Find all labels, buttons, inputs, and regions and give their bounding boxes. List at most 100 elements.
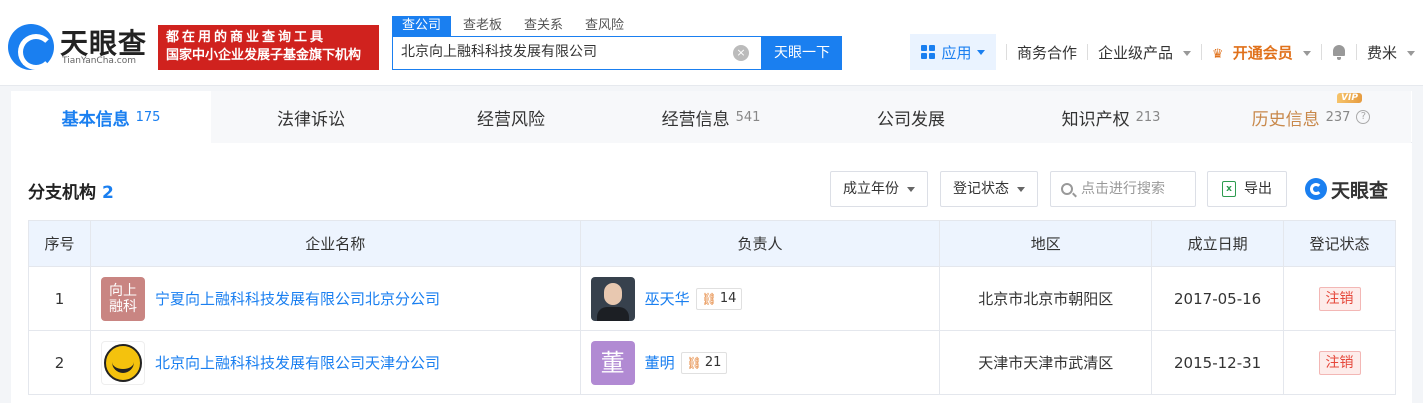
site-logo[interactable]: 天眼查 TianYanCha.com [8, 22, 153, 72]
search-tab-boss[interactable]: 查老板 [453, 16, 512, 36]
search-icon [1061, 183, 1073, 195]
filter-status-dropdown[interactable]: 登记状态 [940, 171, 1039, 207]
tab-label: 法律诉讼 [277, 109, 345, 130]
filter-year-label: 成立年份 [843, 181, 899, 197]
tab-count: 541 [735, 109, 761, 125]
date-cell: 2017-05-16 [1151, 266, 1285, 331]
user-name: 费米 [1366, 43, 1397, 62]
tab-business-info[interactable]: 经营信息 541 [611, 91, 811, 143]
slogan-line-2: 国家中小企业发展子基金旗下机构 [166, 48, 362, 63]
company-cell: 北京向上融科科技发展有限公司天津分公司 [89, 330, 581, 395]
tab-label: 经营风险 [477, 109, 545, 130]
bell-icon[interactable] [1332, 44, 1346, 60]
tab-history[interactable]: VIP 历史信息 237 ? [1211, 91, 1411, 143]
avatar[interactable]: 董 [590, 340, 635, 385]
relations-badge[interactable]: ⛓ 21 [680, 351, 728, 374]
business-cooperation-link[interactable]: 商务合作 [1017, 42, 1077, 63]
user-menu[interactable]: 费米 [1367, 42, 1415, 63]
table-header-row: 序号 企业名称 负责人 地区 成立日期 登记状态 [28, 220, 1396, 267]
date-cell: 2015-12-31 [1151, 330, 1285, 395]
filter-year-dropdown[interactable]: 成立年份 [830, 171, 929, 207]
search-input[interactable] [401, 43, 721, 59]
search-tab-relation[interactable]: 查关系 [514, 16, 573, 36]
tab-business-risk[interactable]: 经营风险 [411, 91, 611, 143]
open-vip-label: 开通会员 [1232, 43, 1293, 62]
filter-status-label: 登记状态 [953, 181, 1009, 197]
chevron-down-icon [1182, 50, 1191, 56]
col-header-no: 序号 [28, 220, 91, 267]
company-name-link[interactable]: 宁夏向上融科科技发展有限公司北京分公司 [155, 288, 440, 309]
person-cell: 巫天华 ⛓ 14 [579, 266, 941, 331]
brand-text: 天眼查 [1331, 179, 1389, 202]
search-tab-risk[interactable]: 查风险 [575, 16, 634, 36]
person-name-link[interactable]: 巫天华 [645, 288, 690, 309]
excel-icon: x [1222, 181, 1236, 197]
divider [1200, 44, 1202, 60]
relations-count: 21 [704, 355, 722, 370]
branch-search-input[interactable] [1081, 180, 1191, 196]
slogan-line-1: 都在用的商业查询工具 [166, 30, 327, 45]
relations-badge[interactable]: ⛓ 14 [695, 287, 743, 310]
tab-count: 213 [1135, 109, 1161, 125]
table-row: 2 北京向上融科科技发展有限公司天津分公司 董 董明 ⛓ 21 天津市天津市武清… [28, 330, 1396, 395]
section-title: 分支机构 2 [28, 178, 114, 203]
col-header-name: 企业名称 [89, 220, 581, 267]
tab-label: 经营信息 [661, 109, 730, 130]
logo-eye-icon [1305, 178, 1327, 200]
enterprise-products-label: 企业级产品 [1098, 43, 1174, 62]
person-cell: 董 董明 ⛓ 21 [579, 330, 941, 395]
company-info-tabs: 基本信息 175 法律诉讼 经营风险 经营信息 541 公司发展 知识产权 21… [11, 91, 1412, 143]
tab-legal[interactable]: 法律诉讼 [211, 91, 411, 143]
divider [1355, 44, 1357, 60]
top-bar: 天眼查 TianYanCha.com 都在用的商业查询工具 国家中小企业发展子基… [0, 0, 1423, 86]
col-header-person: 负责人 [579, 220, 941, 267]
status-badge: 注销 [1318, 350, 1361, 375]
company-logo[interactable]: 向上融科 [100, 276, 145, 321]
chevron-down-icon [1302, 50, 1311, 56]
slogan-banner[interactable]: 都在用的商业查询工具 国家中小企业发展子基金旗下机构 [158, 25, 379, 70]
tab-label: 知识产权 [1061, 109, 1130, 130]
relation-network-icon: ⛓ [701, 291, 717, 306]
avatar[interactable] [590, 276, 635, 321]
tab-label: 基本信息 [61, 109, 130, 130]
status-cell: 注销 [1283, 266, 1396, 331]
tab-basic-info[interactable]: 基本信息 175 [11, 91, 211, 143]
search-button[interactable]: 天眼一下 [762, 36, 842, 70]
branch-search-box [1050, 171, 1196, 207]
chevron-down-icon [976, 49, 985, 55]
tab-development[interactable]: 公司发展 [811, 91, 1011, 143]
section-title-text: 分支机构 [28, 183, 96, 203]
search-type-tabs: 查公司 查老板 查关系 查风险 [392, 16, 636, 36]
tab-ip[interactable]: 知识产权 213 [1011, 91, 1211, 143]
region-cell: 北京市北京市朝阳区 [939, 266, 1153, 331]
row-no: 1 [28, 266, 91, 331]
person-name-link[interactable]: 董明 [645, 352, 675, 373]
table-row: 1 向上融科 宁夏向上融科科技发展有限公司北京分公司 巫天华 ⛓ 14 北京市北… [28, 266, 1396, 331]
top-nav: 应用 商务合作 企业级产品 ♛ 开通会员 费米 [910, 34, 1415, 70]
tab-label: 历史信息 [1251, 109, 1320, 130]
brand-watermark: 天眼查 [1305, 175, 1388, 203]
clear-icon[interactable]: × [733, 45, 749, 61]
tab-count: 175 [135, 109, 161, 125]
export-button[interactable]: x 导出 [1207, 171, 1287, 207]
tab-label: 公司发展 [877, 109, 945, 130]
chevron-down-icon [907, 186, 916, 192]
relation-network-icon: ⛓ [686, 355, 702, 370]
company-logo[interactable] [100, 340, 145, 385]
branches-table: 序号 企业名称 负责人 地区 成立日期 登记状态 1 向上融科 宁夏向上融科科技… [28, 220, 1396, 395]
open-vip-menu[interactable]: ♛ 开通会员 [1212, 42, 1311, 63]
row-no: 2 [28, 330, 91, 395]
company-name-link[interactable]: 北京向上融科科技发展有限公司天津分公司 [155, 352, 440, 373]
divider [1006, 44, 1007, 60]
search-tab-company[interactable]: 查公司 [392, 16, 452, 36]
col-header-status: 登记状态 [1283, 220, 1396, 267]
enterprise-products-menu[interactable]: 企业级产品 [1098, 42, 1191, 63]
logo-eye-icon [8, 24, 54, 70]
help-icon[interactable]: ? [1356, 110, 1371, 124]
company-cell: 向上融科 宁夏向上融科科技发展有限公司北京分公司 [89, 266, 581, 331]
col-header-date: 成立日期 [1151, 220, 1285, 267]
tab-count: 237 [1325, 109, 1351, 125]
region-cell: 天津市天津市武清区 [939, 330, 1153, 395]
crown-icon: ♛ [1211, 46, 1224, 62]
app-menu-button[interactable]: 应用 [910, 34, 996, 70]
